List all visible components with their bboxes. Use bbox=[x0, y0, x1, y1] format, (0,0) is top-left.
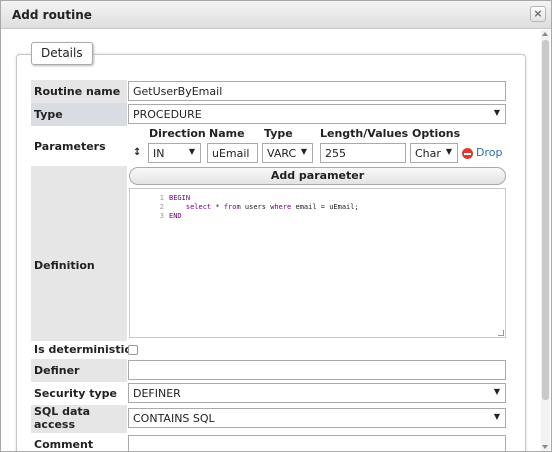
routine-name-label: Routine name bbox=[34, 85, 121, 98]
code-line: END bbox=[169, 212, 182, 220]
deterministic-row: Is deterministic bbox=[31, 341, 507, 359]
sql-data-access-label-line2: access bbox=[34, 418, 76, 431]
add-parameter-button[interactable]: Add parameter bbox=[129, 167, 506, 185]
chevron-down-icon: ▼ bbox=[445, 147, 452, 156]
routine-name-value-cell: GetUserByEmail bbox=[127, 80, 507, 103]
dialog-titlebar[interactable]: Add routine × bbox=[1, 1, 551, 29]
param-header-length: Length/Values bbox=[320, 127, 409, 140]
type-value-cell: PROCEDURE ▼ bbox=[127, 103, 507, 126]
scroll-down-icon[interactable] bbox=[542, 445, 548, 449]
scroll-up-icon[interactable] bbox=[542, 32, 548, 36]
definer-label-cell: Definer bbox=[31, 359, 127, 382]
param-direction-value: IN bbox=[153, 147, 165, 160]
sql-data-access-row: SQL data access CONTAINS SQL ▼ bbox=[31, 405, 507, 433]
code-keyword: BEGIN bbox=[169, 194, 191, 202]
vertical-scrollbar[interactable] bbox=[541, 30, 550, 451]
scroll-thumb[interactable] bbox=[542, 40, 549, 400]
sql-data-access-value-cell: CONTAINS SQL ▼ bbox=[127, 405, 507, 433]
definition-label-cell: Definition bbox=[31, 166, 127, 341]
details-legend: Details bbox=[31, 42, 93, 65]
code-line: select * from users where email = uEmail… bbox=[169, 203, 359, 211]
deterministic-label: Is deterministic bbox=[34, 343, 131, 356]
security-type-label-cell: Security type bbox=[31, 382, 127, 405]
type-label: Type bbox=[34, 108, 63, 121]
param-header-type: Type bbox=[264, 127, 293, 140]
param-length-input[interactable]: 255 bbox=[320, 143, 406, 163]
comment-label: Comment bbox=[34, 438, 94, 451]
definition-row: Definition Add parameter 1 2 3 BEGIN sel… bbox=[31, 166, 507, 341]
code-keyword: from bbox=[223, 203, 241, 211]
comment-value-cell bbox=[127, 433, 507, 451]
updown-arrow-icon[interactable]: ↕ bbox=[133, 147, 141, 158]
code-text: email = uEmail; bbox=[291, 203, 359, 211]
param-type-value: VARC bbox=[267, 147, 297, 160]
line-number: 2 bbox=[159, 203, 164, 211]
parameters-table: Direction Name Type Length/Values Option… bbox=[127, 126, 507, 166]
routine-name-input[interactable]: GetUserByEmail bbox=[128, 81, 506, 101]
close-icon[interactable]: × bbox=[530, 6, 546, 22]
editor-gutter: 1 2 3 bbox=[130, 189, 167, 337]
add-routine-dialog: Add routine × Details Routine name GetUs… bbox=[0, 0, 552, 452]
sql-data-access-select[interactable]: CONTAINS SQL ▼ bbox=[128, 408, 506, 428]
parameters-label-cell: Parameters bbox=[31, 126, 127, 166]
security-type-value: DEFINER bbox=[133, 387, 181, 400]
param-header-direction: Direction bbox=[149, 127, 206, 140]
code-keyword: END bbox=[169, 212, 182, 220]
code-text: users bbox=[240, 203, 271, 211]
param-header-name: Name bbox=[209, 127, 245, 140]
type-select-value: PROCEDURE bbox=[133, 108, 202, 121]
sql-data-access-label-cell: SQL data access bbox=[31, 405, 127, 433]
chevron-down-icon: ▼ bbox=[188, 147, 195, 156]
security-type-row: Security type DEFINER ▼ bbox=[31, 382, 507, 405]
type-select[interactable]: PROCEDURE ▼ bbox=[128, 104, 506, 124]
param-type-select[interactable]: VARC ▼ bbox=[262, 143, 313, 163]
param-header-options: Options bbox=[412, 127, 461, 140]
sql-data-access-value: CONTAINS SQL bbox=[133, 412, 215, 425]
comment-input[interactable] bbox=[128, 435, 506, 451]
parameters-label: Parameters bbox=[34, 140, 106, 153]
definition-label: Definition bbox=[34, 259, 95, 272]
code-line: BEGIN bbox=[169, 194, 190, 202]
resize-handle-icon[interactable] bbox=[498, 330, 504, 336]
line-number: 1 bbox=[159, 194, 164, 202]
comment-row: Comment bbox=[31, 433, 507, 451]
security-type-label: Security type bbox=[34, 387, 117, 400]
security-type-value-cell: DEFINER ▼ bbox=[127, 382, 507, 405]
param-name-input[interactable]: uEmail bbox=[207, 143, 258, 163]
minus-circle-icon[interactable] bbox=[462, 148, 473, 159]
code-keyword: select bbox=[185, 203, 212, 211]
definer-input[interactable] bbox=[128, 360, 506, 380]
param-options-select[interactable]: Char ▼ bbox=[410, 143, 458, 163]
dialog-content: Details Routine name GetUserByEmail Type… bbox=[1, 30, 541, 451]
definer-value-cell bbox=[127, 359, 507, 382]
chevron-down-icon: ▼ bbox=[493, 387, 500, 396]
security-type-select[interactable]: DEFINER ▼ bbox=[128, 383, 506, 403]
deterministic-label-cell: Is deterministic bbox=[31, 341, 507, 359]
comment-label-cell: Comment bbox=[31, 433, 127, 451]
deterministic-checkbox[interactable] bbox=[128, 345, 138, 355]
definer-label: Definer bbox=[34, 364, 80, 377]
type-label-cell: Type bbox=[31, 103, 127, 126]
code-keyword: where bbox=[270, 203, 292, 211]
parameters-row: Parameters Direction Name Type Length/Va… bbox=[31, 126, 507, 166]
dialog-title: Add routine bbox=[12, 8, 92, 22]
code-text: * bbox=[211, 203, 224, 211]
chevron-down-icon: ▼ bbox=[493, 412, 500, 421]
line-number: 3 bbox=[159, 212, 164, 220]
param-direction-select[interactable]: IN ▼ bbox=[148, 143, 201, 163]
chevron-down-icon: ▼ bbox=[300, 147, 307, 156]
definer-row: Definer bbox=[31, 359, 507, 382]
sql-data-access-label-line1: SQL data bbox=[34, 405, 91, 418]
param-options-value: Char bbox=[415, 147, 441, 160]
chevron-down-icon: ▼ bbox=[493, 108, 500, 117]
routine-name-row: Routine name GetUserByEmail bbox=[31, 80, 507, 103]
type-row: Type PROCEDURE ▼ bbox=[31, 103, 507, 126]
routine-name-label-cell: Routine name bbox=[31, 80, 127, 103]
definition-code-editor[interactable]: 1 2 3 BEGIN select * from users where em… bbox=[129, 188, 506, 338]
param-drop-link[interactable]: Drop bbox=[476, 146, 502, 159]
